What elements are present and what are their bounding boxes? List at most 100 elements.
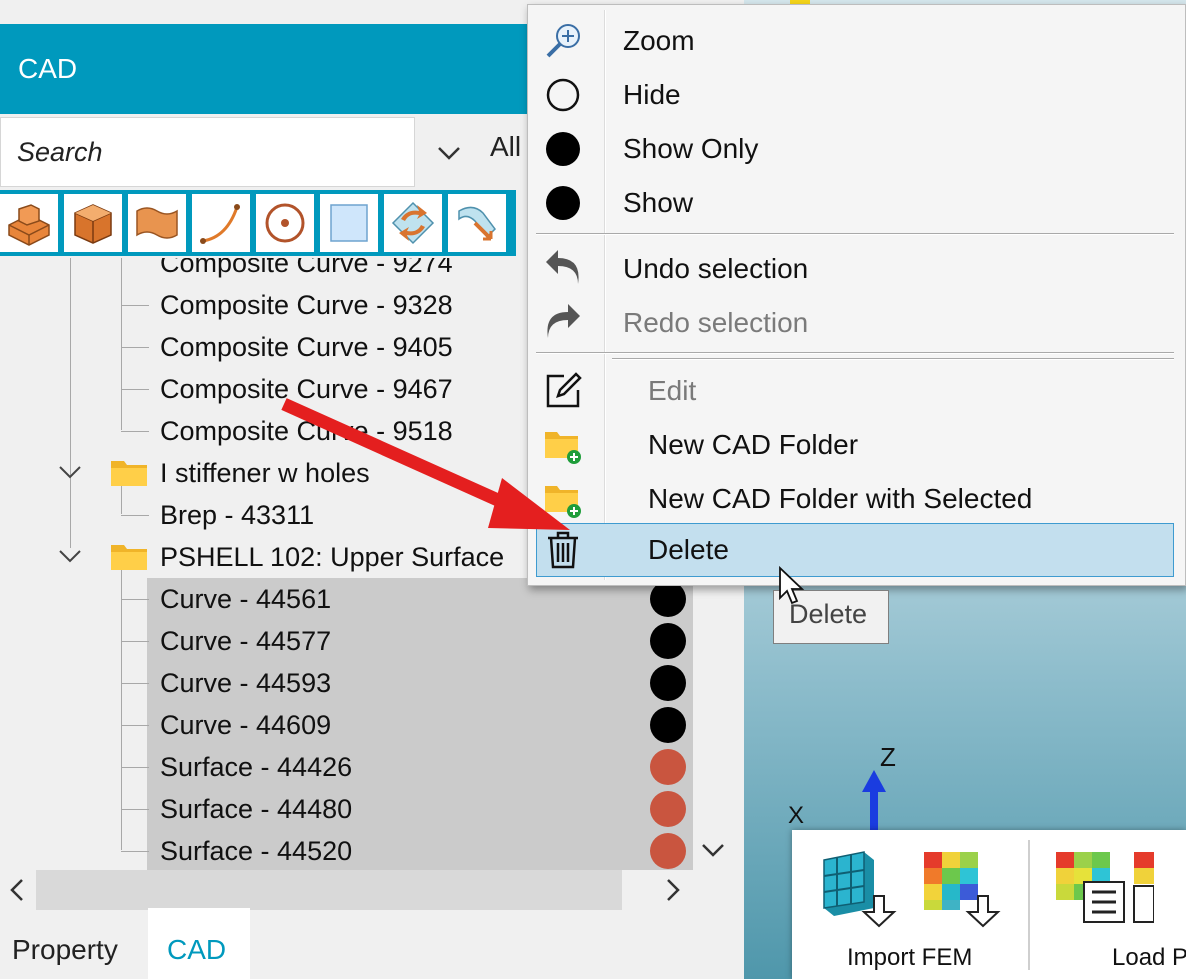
plane-button[interactable]: [320, 194, 378, 252]
tree-row-label: PSHELL 102: Upper Surface: [160, 542, 505, 572]
import-results-icon[interactable]: [918, 846, 1008, 928]
undo-icon: [546, 250, 579, 284]
plane-icon: [330, 204, 368, 242]
empty-circle-icon: [546, 78, 580, 112]
folder-icon: [111, 461, 147, 486]
filled-circle-icon: [546, 186, 580, 220]
visibility-dot-icon[interactable]: [650, 833, 686, 869]
tree-connector: [121, 347, 149, 348]
curve-icon: [200, 204, 240, 244]
visibility-dot-icon[interactable]: [650, 581, 686, 617]
menu-item-new-cad-folder-with-selected[interactable]: New CAD Folder with Selected: [536, 472, 1174, 526]
surface-button[interactable]: [128, 194, 186, 252]
sweep-button[interactable]: [448, 194, 506, 252]
chevron-down-icon[interactable]: [58, 464, 82, 480]
menu-item-delete[interactable]: Delete: [536, 523, 1174, 577]
tree-connector: [121, 305, 149, 306]
scroll-down-icon[interactable]: [698, 836, 728, 864]
menu-separator: [536, 352, 1174, 354]
search-box[interactable]: [0, 117, 415, 187]
tree-row-selected[interactable]: Curve - 44593: [0, 662, 742, 704]
point-icon: [265, 203, 305, 243]
menu-item-new-cad-folder[interactable]: New CAD Folder: [536, 418, 1174, 472]
tree-connector: [121, 599, 149, 600]
tab-label: Property: [12, 934, 118, 965]
menu-item-label: Zoom: [623, 25, 695, 56]
menu-separator: [536, 233, 1174, 235]
mouse-cursor-icon: [779, 566, 805, 605]
surface-icon: [136, 207, 178, 239]
tree-row-selected[interactable]: Surface - 44426: [0, 746, 742, 788]
menu-item-show[interactable]: Show: [536, 176, 1174, 230]
menu-item-label: Redo selection: [623, 307, 809, 338]
menu-item-label: Show: [623, 187, 694, 218]
tab-cad[interactable]: CAD: [148, 908, 250, 979]
menu-item-label: New CAD Folder: [648, 429, 859, 460]
zoom-in-icon: [546, 24, 580, 58]
scrollbar-thumb[interactable]: [36, 870, 622, 910]
menu-item-hide[interactable]: Hide: [536, 68, 1174, 122]
tree-connector: [121, 389, 149, 390]
solid-extrude-button[interactable]: [0, 194, 58, 252]
annotation-arrow-icon: [281, 398, 570, 530]
visibility-dot-icon[interactable]: [650, 665, 686, 701]
tree-row-label: Curve - 44561: [160, 584, 332, 614]
tree-row-label: Surface - 44520: [160, 836, 353, 866]
menu-item-redo-selection: Redo selection: [536, 296, 1174, 350]
curve-button[interactable]: [192, 194, 250, 252]
filter-dropdown-value[interactable]: All: [490, 131, 521, 163]
folder-icon: [111, 545, 147, 570]
menu-item-label: Delete: [648, 534, 729, 565]
tree-row-selected[interactable]: Curve - 44609: [0, 704, 742, 746]
chevron-down-icon[interactable]: [58, 548, 82, 564]
load-results-icon[interactable]: [1054, 846, 1154, 928]
tree-connector: [121, 725, 149, 726]
tree-row-label: Curve - 44593: [160, 668, 332, 698]
search-input[interactable]: [17, 118, 397, 186]
tree-row-label: Composite Curve - 9405: [160, 332, 453, 362]
import-fem-label[interactable]: Import FEM: [847, 944, 972, 972]
visibility-dot-icon[interactable]: [650, 707, 686, 743]
load-label[interactable]: Load P: [1112, 944, 1186, 972]
point-button[interactable]: [256, 194, 314, 252]
solid-extrude-icon: [8, 204, 50, 246]
scroll-right-icon[interactable]: [662, 877, 684, 903]
tree-row-selected[interactable]: Surface - 44480: [0, 788, 742, 830]
tree-row-label: Surface - 44426: [160, 752, 353, 782]
import-fem-icon[interactable]: [814, 846, 904, 928]
scroll-left-icon[interactable]: [6, 877, 28, 903]
tree-connector: [121, 641, 149, 642]
tree-connector: [121, 809, 149, 810]
tree-connector: [121, 431, 149, 432]
visibility-dot-icon[interactable]: [650, 791, 686, 827]
menu-separator: [612, 358, 1174, 360]
filled-circle-icon: [546, 132, 580, 166]
menu-item-undo-selection[interactable]: Undo selection: [536, 242, 1174, 296]
tree-row-label: Composite Curve - 9328: [160, 290, 453, 320]
tree-connector: [121, 851, 149, 852]
tree-row-selected[interactable]: Curve - 44577: [0, 620, 742, 662]
chevron-down-icon[interactable]: [436, 140, 462, 166]
tree-row-selected[interactable]: Surface - 44520: [0, 830, 742, 870]
refresh-shape-button[interactable]: [384, 194, 442, 252]
menu-item-zoom[interactable]: Zoom: [536, 14, 1174, 68]
visibility-dot-icon[interactable]: [650, 749, 686, 785]
axis-triad-icon: [862, 770, 886, 830]
visibility-dot-icon[interactable]: [650, 623, 686, 659]
tree-connector: [121, 515, 149, 516]
menu-item-label: New CAD Folder with Selected: [648, 483, 1033, 514]
solid-box-button[interactable]: [64, 194, 122, 252]
menu-item-label: Hide: [623, 79, 681, 110]
sweep-icon: [458, 206, 496, 241]
tree-row-label: Surface - 44480: [160, 794, 353, 824]
tab-property[interactable]: Property: [0, 912, 148, 979]
tree-connector: [121, 683, 149, 684]
selection-filter-toolbar: [0, 190, 516, 256]
axis-x-label: X: [788, 802, 805, 829]
tree-row-label: Curve - 44577: [160, 626, 332, 656]
ribbon-divider: [1028, 840, 1030, 970]
menu-item-label: Undo selection: [623, 253, 809, 284]
panel-title: CAD: [18, 53, 78, 84]
menu-item-label: Show Only: [623, 133, 759, 164]
menu-item-show-only[interactable]: Show Only: [536, 122, 1174, 176]
